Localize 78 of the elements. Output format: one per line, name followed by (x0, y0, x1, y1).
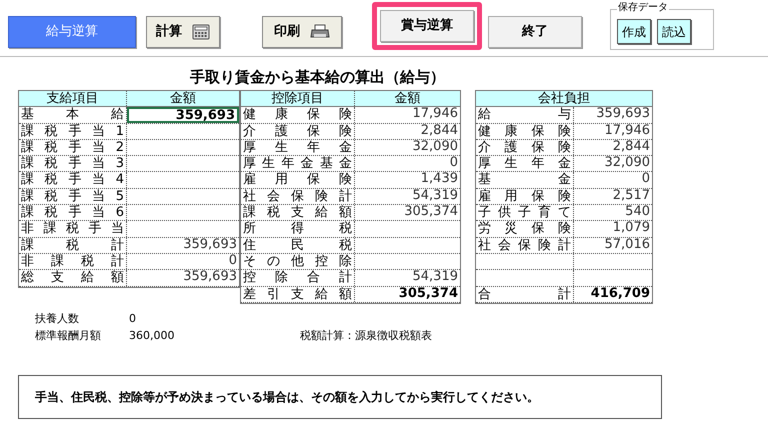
note-text: 手当、住民税、控除等が予め決まっている場合は、その額を入力してから実行してください。 (35, 389, 539, 406)
table-cell: 359,693 (127, 107, 239, 123)
table-cell: 差引支給額 (241, 286, 355, 302)
toolbar-button[interactable]: 計算 (146, 16, 220, 48)
table-cell: 課税手当5 (19, 188, 127, 204)
table-cell: 給 与 (476, 107, 574, 123)
table-cell-text: 359,693 (182, 270, 238, 286)
table-cell: 雇用保険 (476, 188, 574, 204)
calculator-icon (192, 24, 210, 40)
table-cell: 子供子育て (476, 205, 574, 220)
table-cell: その他控除 (241, 254, 355, 270)
table-cell-text: 57,016 (604, 238, 651, 253)
table-cell: 基 本 給 (19, 107, 127, 123)
table-cell: 合 計 (476, 286, 574, 302)
table-cell: 社会保険計 (241, 188, 355, 204)
table-cell: 住 民 税 (241, 238, 355, 253)
table-cell-text: 0 (640, 172, 651, 188)
table-cell: 非課税手当 (19, 221, 127, 237)
table-cell: 介護保険 (241, 124, 355, 139)
info-label: 標準報酬月額 (35, 328, 102, 343)
table-cell-text: 2,517 (612, 188, 651, 204)
table-cell-text: 17,946 (412, 107, 459, 123)
table-cell-text: 54,319 (412, 188, 459, 204)
table-cell: 社会保険計 (476, 238, 574, 253)
table-cell: 所 得 税 (241, 221, 355, 237)
table-cell: 厚生年金 (476, 156, 574, 172)
table-cell-text: 17,946 (604, 124, 651, 139)
table-cell-text: 359,693 (595, 107, 651, 123)
table-header: 金額 (169, 91, 197, 106)
page-title: 手取り賃金から基本給の算出（給与） (190, 68, 445, 86)
table-cell: 課税支給額 (241, 205, 355, 220)
table-cell-text: 0 (228, 254, 238, 270)
table-cell-text: 416,709 (590, 286, 651, 302)
table-cell: 課税手当6 (19, 205, 127, 220)
table-cell: 厚生年金 (241, 140, 355, 156)
info-value: 360,000 (129, 328, 174, 343)
table-cell: 健康保険 (241, 107, 355, 123)
table-cell-text: 0 (448, 156, 459, 172)
table-cell-text: 32,090 (604, 156, 651, 172)
tax-method-text: 税額計算：源泉徴収税額表 (300, 328, 432, 343)
save-data-button[interactable]: 読込 (657, 19, 691, 44)
table-cell-text: 2,844 (420, 124, 459, 139)
group-title: 保存データ (617, 2, 669, 14)
table-cell: 健康保険 (476, 124, 574, 139)
printer-icon (310, 24, 330, 40)
table-cell: 課税手当2 (19, 140, 127, 156)
table-cell: 厚生年金基金 (241, 156, 355, 172)
table-cell-text: 1,439 (420, 172, 459, 188)
table-header: 金額 (394, 91, 422, 106)
toolbar-button[interactable]: 給与逆算 (8, 16, 136, 48)
table-cell-text: 305,374 (398, 286, 459, 302)
table-cell-text: 305,374 (403, 205, 459, 220)
table-cell: 課税手当4 (19, 172, 127, 188)
toolbar-button[interactable]: 終了 (488, 16, 582, 48)
table-cell: 労災保険 (476, 221, 574, 237)
info-label: 扶養人数 (35, 311, 80, 326)
table-cell-text: 540 (624, 205, 651, 220)
table-cell-text: 2,844 (612, 140, 651, 156)
toolbar-button[interactable]: 賞与逆算 (380, 10, 474, 42)
table-cell: 課税手当1 (19, 124, 127, 139)
table-cell-text: 1,079 (612, 221, 651, 237)
table-cell: 雇用保険 (241, 172, 355, 188)
table-header: 控除項目 (241, 91, 355, 106)
info-value: 0 (129, 311, 136, 326)
table-cell: 控除合計 (241, 270, 355, 286)
save-data-button[interactable]: 作成 (617, 19, 651, 44)
table-header: 会社負担 (537, 91, 591, 106)
table-cell-text: 359,693 (182, 238, 238, 253)
table-cell: 非課税計 (19, 254, 127, 270)
toolbar-button[interactable]: 印刷 (262, 16, 342, 48)
table-header: 支給項目 (19, 91, 127, 106)
table-cell-text: 54,319 (412, 270, 459, 286)
table-cell: 課税手当3 (19, 156, 127, 172)
table-cell: 介護保険 (476, 140, 574, 156)
table-cell-text: 32,090 (412, 140, 459, 156)
table-cell: 総支給額 (19, 270, 127, 286)
table-cell: 基 金 (476, 172, 574, 188)
table-cell: 課 税 計 (19, 238, 127, 253)
